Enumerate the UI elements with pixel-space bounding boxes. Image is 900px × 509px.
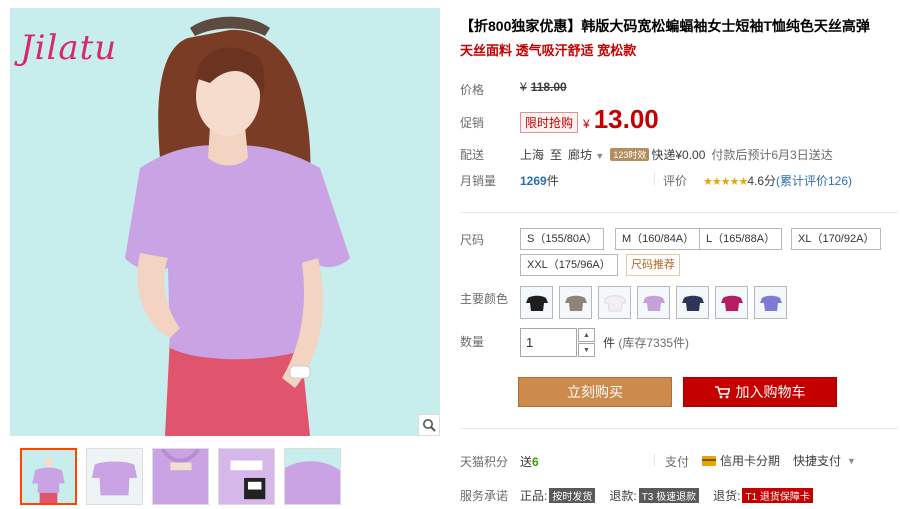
price-label: 价格 [460,83,485,97]
add-to-cart-label: 加入购物车 [735,384,806,400]
monthly-sales: 1269件 [520,174,559,188]
promo-price: ¥13.00 [583,104,659,134]
refund-badge: T3 极速退款 [638,488,700,503]
chevron-down-icon: ▼ [847,455,856,466]
return-badge: T1 退货保障卡 [742,488,813,503]
quantity-increase-button[interactable]: ▲ [578,328,595,342]
quantity-label: 数量 [460,335,485,349]
color-swatch-khaki[interactable] [559,286,592,319]
buy-now-button[interactable]: 立刻购买 [518,377,672,407]
size-chart-link[interactable]: 尺码推荐 [626,254,680,276]
ship-from: 上海 [520,148,545,162]
thumbnail-collar[interactable] [152,448,209,505]
promo-tag: 限时抢购 [520,112,579,133]
thumbnail-model[interactable] [20,448,77,505]
payment-label: 支付 [665,455,690,469]
stock-info: 件 (库存7335件) [603,336,690,350]
ship-destination-select[interactable]: 廊坊 ▼ [568,146,604,163]
rating-score: 4.6分 [747,174,776,188]
service-promises: 正品: 按时发货 退款: T3 极速退款 退货: T1 退货保障卡 [520,487,813,504]
shipping-estimate: 付款后预计6月3日送达 [711,148,833,162]
thumbnail-fabric[interactable] [284,448,341,505]
service-item-return[interactable]: 退货: T1 退货保障卡 [713,487,813,504]
color-swatch-white[interactable] [598,286,631,319]
size-option-xl[interactable]: XL（170/92A） [791,228,882,250]
credit-card-icon [702,455,716,466]
size-option-m[interactable]: M（160/84A） [615,228,702,250]
product-title: 【折800独家优惠】韩版大码宽松蝙蝠袖女士短袖T恤纯色天丝高弹 [460,18,870,34]
service-item-refund[interactable]: 退款: T3 极速退款 [609,487,700,504]
review-count-link[interactable]: (累计评价126) [776,174,852,188]
color-swatch-blue-violet[interactable] [754,286,787,319]
color-swatches [520,286,787,319]
quantity-input[interactable] [520,328,577,357]
main-product-image[interactable]: Jilatu [10,8,440,436]
magnifier-icon [423,419,436,432]
divider [654,172,655,186]
shipping-label: 配送 [460,148,485,162]
color-swatch-black[interactable] [520,286,553,319]
service-item-authentic[interactable]: 正品: 按时发货 [520,487,596,504]
ship-to-word: 至 [550,148,563,162]
size-option-xxl[interactable]: XXL（175/96A） [520,254,618,276]
section-divider [460,212,898,213]
thumbnail-label[interactable] [218,448,275,505]
points-label[interactable]: 天猫积分 [460,453,508,470]
thumbnail-flat-shirt[interactable] [86,448,143,505]
color-swatch-light-purple[interactable] [637,286,670,319]
shopping-cart-icon [714,385,730,398]
shipping-info: 上海 至 廊坊 ▼ 123时效 快递¥0.00 付款后预计6月3日送达 [520,146,833,163]
delivery-badge: 123时效 [610,148,650,161]
quantity-stepper: ▲ ▼ 件 (库存7335件) [520,328,689,357]
product-subtitle: 天丝面料 透气吸汗舒适 宽松款 [460,43,637,58]
model-figure [125,16,350,436]
section-divider-2 [460,428,898,429]
shipping-fee: 快递¥0.00 [651,148,706,162]
sales-label: 月销量 [460,174,497,188]
payment-quick-pay[interactable]: 快捷支付 ▼ [793,452,856,469]
divider [654,453,655,467]
zoom-button[interactable] [418,414,440,436]
quantity-decrease-button[interactable]: ▼ [578,343,595,357]
thumbnail-strip [20,448,341,505]
color-swatch-navy[interactable] [676,286,709,319]
payment-credit-card[interactable]: 信用卡分期 [702,452,780,469]
color-swatch-rose[interactable] [715,286,748,319]
points-value: 送6 [520,455,539,469]
rating-label: 评价 [663,174,688,188]
rating[interactable]: ★★★★★4.6分(累计评价126) [703,172,852,189]
color-label: 主要颜色 [460,292,509,306]
size-option-s[interactable]: S（155/80A） [520,228,605,250]
chevron-down-icon: ▼ [595,151,605,161]
size-label: 尺码 [460,233,485,247]
add-to-cart-button[interactable]: 加入购物车 [683,377,837,407]
star-rating-icon: ★★★★★ [703,176,748,188]
promo-label: 促销 [460,116,485,130]
shipping-guarantee-badge: 按时发货 [549,488,596,503]
original-price: ¥118.00 [520,80,567,94]
service-label: 服务承诺 [460,489,509,503]
size-option-l[interactable]: L（165/88A） [699,228,783,250]
